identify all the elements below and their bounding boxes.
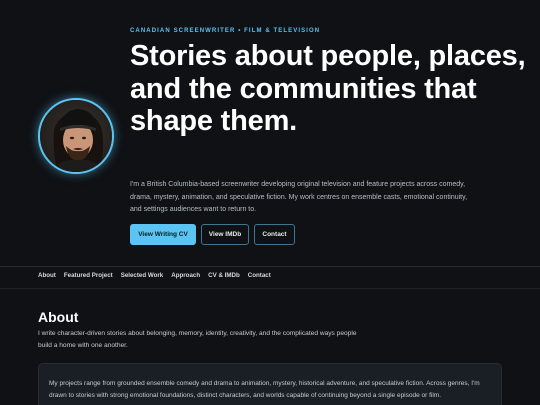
about-lead-text: I write character-driven stories about b…	[38, 330, 357, 349]
about-card: My projects range from grounded ensemble…	[38, 363, 502, 405]
nav-item-contact[interactable]: Contact	[248, 272, 271, 279]
nav-item-about[interactable]: About	[38, 272, 56, 279]
avatar	[38, 98, 114, 174]
view-writing-cv-button[interactable]: View Writing CV	[130, 224, 196, 245]
section-nav: About Featured Project Selected Work App…	[38, 272, 271, 279]
nav-item-featured-project[interactable]: Featured Project	[64, 272, 113, 279]
hero-section: CANADIAN SCREENWRITER • FILM & TELEVISIO…	[0, 0, 540, 266]
contact-button[interactable]: Contact	[254, 224, 295, 245]
nav-item-cv-imdb[interactable]: CV & IMDb	[208, 272, 240, 279]
nav-item-approach[interactable]: Approach	[171, 272, 200, 279]
nav-divider	[0, 266, 540, 267]
nav-item-selected-work[interactable]: Selected Work	[121, 272, 164, 279]
about-card-text: My projects range from grounded ensemble…	[49, 380, 480, 399]
eyebrow-label: CANADIAN SCREENWRITER • FILM & TELEVISIO…	[130, 28, 321, 34]
profile-photo	[40, 100, 112, 172]
view-imdb-button[interactable]: View IMDb	[201, 224, 249, 245]
about-heading: About	[38, 309, 79, 325]
intro-paragraph: I'm a British Columbia-based screenwrite…	[130, 181, 468, 213]
page-title: Stories about people, places, and the co…	[130, 40, 526, 137]
nav-divider	[0, 288, 540, 289]
